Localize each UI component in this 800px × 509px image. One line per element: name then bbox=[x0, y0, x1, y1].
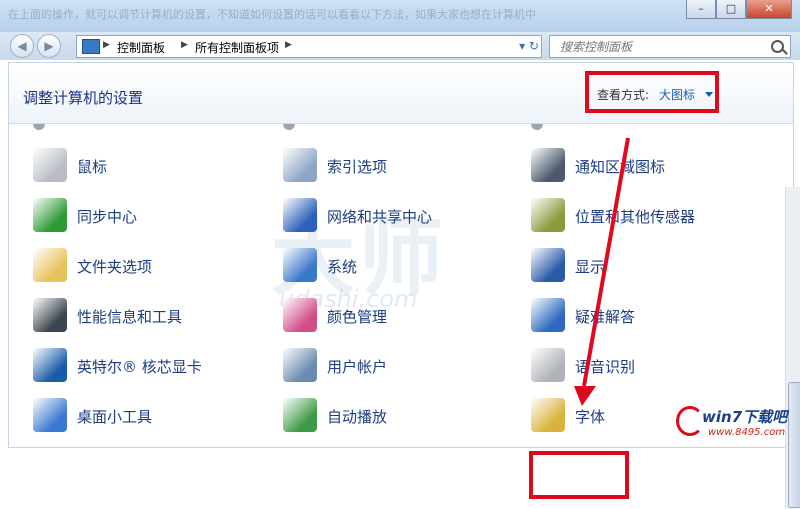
site-logo: win7下载吧 www.8495.com bbox=[676, 404, 796, 444]
logo-text: win7下载吧 bbox=[702, 408, 788, 426]
logo-url: www.8495.com bbox=[708, 427, 786, 438]
fonts-highlight bbox=[529, 451, 629, 499]
annotation-arrow bbox=[574, 137, 630, 406]
logo-swirl-icon bbox=[676, 406, 704, 436]
